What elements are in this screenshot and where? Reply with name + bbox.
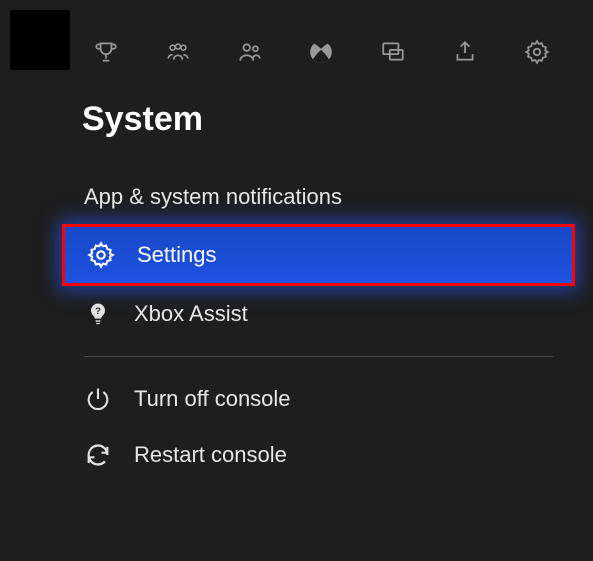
turn-off-item[interactable]: Turn off console bbox=[62, 371, 575, 427]
messages-tab[interactable] bbox=[377, 38, 409, 70]
broadcast-tab[interactable] bbox=[449, 38, 481, 70]
home-tab[interactable] bbox=[305, 38, 337, 70]
chat-icon bbox=[380, 39, 406, 70]
restart-item[interactable]: Restart console bbox=[62, 427, 575, 483]
system-tab[interactable] bbox=[521, 38, 553, 70]
menu-item-label: Restart console bbox=[134, 442, 287, 468]
lightbulb-icon: ? bbox=[84, 300, 112, 328]
menu-divider bbox=[84, 356, 553, 357]
multiplayer-tab[interactable] bbox=[162, 38, 194, 70]
power-icon bbox=[84, 385, 112, 413]
page-title: System bbox=[82, 100, 203, 139]
achievements-tab[interactable] bbox=[90, 38, 122, 70]
menu-item-label: App & system notifications bbox=[84, 184, 342, 210]
settings-item[interactable]: Settings bbox=[62, 224, 575, 286]
menu-item-label: Settings bbox=[137, 242, 217, 268]
system-menu: App & system notifications Settings ? Xb… bbox=[62, 170, 575, 483]
svg-text:?: ? bbox=[95, 306, 101, 316]
people-multi-icon bbox=[165, 39, 191, 70]
people-icon bbox=[237, 39, 263, 70]
xbox-assist-item[interactable]: ? Xbox Assist bbox=[62, 286, 575, 342]
avatar-placeholder bbox=[10, 10, 70, 70]
guide-tab-bar bbox=[90, 38, 553, 70]
notifications-item[interactable]: App & system notifications bbox=[62, 170, 575, 224]
gear-icon bbox=[524, 39, 550, 70]
share-icon bbox=[452, 39, 478, 70]
trophy-icon bbox=[93, 39, 119, 70]
people-tab[interactable] bbox=[234, 38, 266, 70]
gear-icon bbox=[87, 241, 115, 269]
menu-item-label: Turn off console bbox=[134, 386, 291, 412]
restart-icon bbox=[84, 441, 112, 469]
menu-item-label: Xbox Assist bbox=[134, 301, 248, 327]
xbox-icon bbox=[308, 39, 334, 70]
